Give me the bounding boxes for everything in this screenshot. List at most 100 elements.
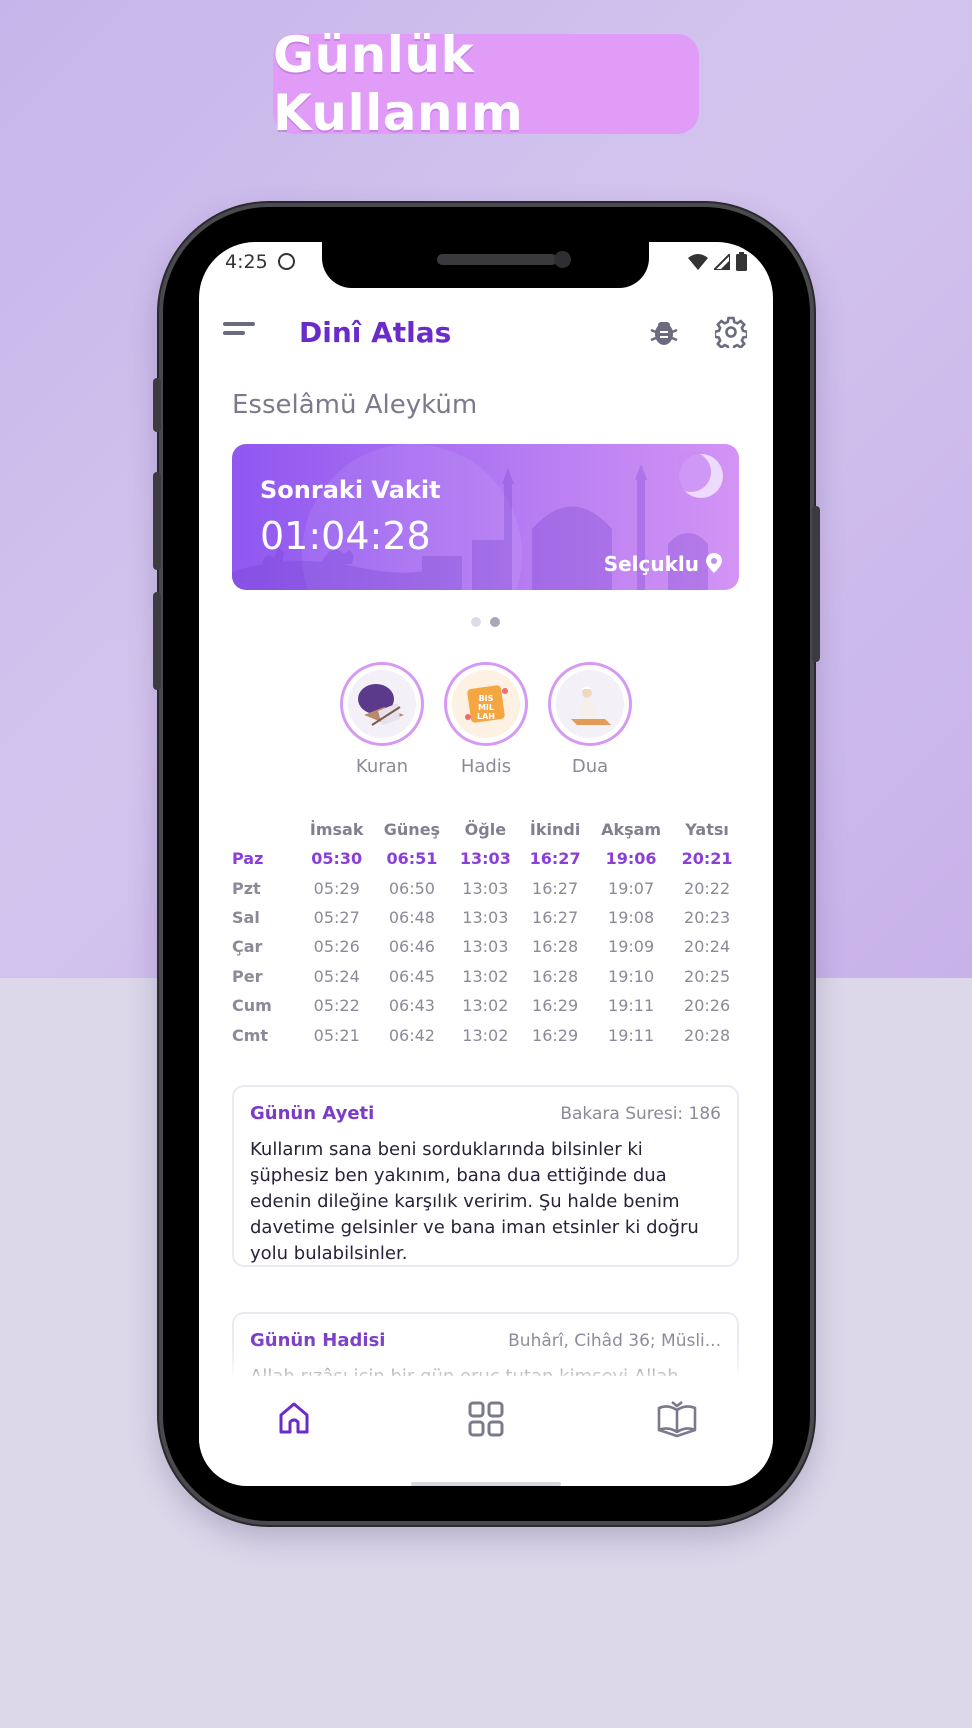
table-cell-time: 16:27 — [532, 907, 579, 927]
table-row: Pzt 05:29 06:50 13:03 16:27 19:07 20:22 — [232, 873, 742, 902]
table-cell-time: 19:11 — [608, 996, 655, 1016]
next-prayer-card[interactable]: Sonraki Vakit 01:04:28 Selçuklu — [232, 444, 739, 590]
table-cell-time: 19:08 — [608, 907, 655, 927]
table-cell-time: 20:22 — [684, 878, 731, 898]
table-cell-time: 06:51 — [386, 849, 438, 869]
verse-title: Günün Ayeti — [250, 1103, 375, 1124]
table-cell-time: 19:10 — [608, 966, 655, 986]
location-pin-icon[interactable] — [706, 553, 722, 573]
table-header: İkindi — [529, 819, 581, 839]
table-cell-time: 06:50 — [388, 878, 435, 898]
table-cell-time: 13:03 — [459, 849, 511, 869]
svg-text:MIL: MIL — [478, 703, 494, 712]
home-indicator — [411, 1482, 561, 1486]
grid-icon[interactable] — [467, 1400, 505, 1438]
table-cell-time: 05:30 — [311, 849, 363, 869]
table-cell-time: 16:29 — [532, 996, 579, 1016]
table-cell-time: 16:27 — [532, 878, 579, 898]
book-icon[interactable] — [656, 1400, 698, 1438]
table-cell-time: 20:24 — [684, 937, 731, 957]
svg-text:LAH: LAH — [477, 712, 495, 721]
table-cell-time: 06:48 — [388, 907, 435, 927]
table-cell-time: 16:28 — [532, 966, 579, 986]
app-screen: 4:25 Dinî Atlas Esselâmü Aleyküm Sonraki… — [199, 242, 773, 1486]
bug-icon[interactable] — [649, 316, 679, 348]
table-header: Güneş — [383, 819, 441, 839]
verse-text: Kullarım sana beni sorduklarında bilsinl… — [250, 1139, 699, 1264]
bottom-navigation — [199, 1376, 773, 1468]
table-cell-day: Sal — [232, 907, 260, 927]
table-cell-day: Cum — [232, 996, 272, 1016]
table-cell-time: 13:03 — [462, 937, 509, 957]
quran-icon — [358, 684, 404, 726]
location-label[interactable]: Selçuklu — [604, 552, 699, 576]
table-cell-time: 06:43 — [388, 996, 435, 1016]
table-row: Cmt 05:21 06:42 13:02 16:29 19:11 20:28 — [232, 1020, 742, 1049]
camera-notch — [322, 242, 649, 288]
pager-indicator — [471, 617, 500, 627]
front-camera — [554, 251, 571, 268]
settings-gear-icon[interactable] — [715, 316, 747, 348]
verse-reference: Bakara Suresi: 186 — [560, 1104, 721, 1124]
shortcut-hadis[interactable]: BIS MIL LAH Hadis — [444, 662, 528, 777]
table-row: Çar 05:26 06:46 13:03 16:28 19:09 20:24 — [232, 932, 742, 961]
table-cell-time: 06:45 — [388, 966, 435, 986]
table-cell-time: 20:23 — [684, 907, 731, 927]
greeting-text: Esselâmü Aleyküm — [232, 390, 478, 420]
pager-dot-active[interactable] — [490, 617, 500, 627]
table-cell-time: 20:25 — [684, 966, 731, 986]
app-title: Dinî Atlas — [299, 316, 452, 349]
verse-of-day-card[interactable]: Günün Ayeti Bakara Suresi: 186 Kullarım … — [232, 1085, 739, 1267]
table-cell-time: 06:42 — [388, 1025, 435, 1045]
table-cell-time: 13:02 — [462, 1025, 509, 1045]
table-cell-day: Cmt — [232, 1025, 269, 1045]
table-header: İmsak — [309, 819, 364, 839]
table-cell-time: 20:26 — [684, 996, 731, 1016]
table-cell-time: 19:07 — [608, 878, 655, 898]
table-header-row: İmsak Güneş Öğle İkindi Akşam Yatsı — [232, 814, 742, 844]
table-cell-time: 20:28 — [684, 1025, 731, 1045]
table-row: Cum 05:22 06:43 13:02 16:29 19:11 20:26 — [232, 991, 742, 1020]
phone-volume-up — [153, 472, 161, 570]
table-cell-time: 20:21 — [681, 849, 733, 869]
prayer-times-body: Paz 05:30 06:51 13:03 16:27 19:06 20:21 Pzt 05:2… — [232, 844, 742, 1050]
table-cell-time: 16:28 — [532, 937, 579, 957]
hadith-reference: Buhârî, Cihâd 36; Müsli... — [508, 1331, 721, 1351]
table-row: Per 05:24 06:45 13:02 16:28 19:10 20:25 — [232, 962, 742, 991]
wifi-icon — [688, 253, 708, 270]
pager-dot[interactable] — [471, 617, 481, 627]
table-cell-time: 13:03 — [462, 878, 509, 898]
table-cell-day: Pzt — [232, 878, 261, 898]
table-cell-time: 13:03 — [462, 907, 509, 927]
table-cell-time: 19:09 — [608, 937, 655, 957]
shortcut-label: Kuran — [355, 756, 409, 777]
table-cell-time: 16:29 — [532, 1025, 579, 1045]
table-cell-time: 05:26 — [313, 937, 360, 957]
shortcut-dua[interactable]: Dua — [548, 662, 632, 777]
shortcut-kuran[interactable]: Kuran — [340, 662, 424, 777]
battery-icon — [736, 252, 747, 271]
status-icons — [688, 252, 747, 271]
app-bar: Dinî Atlas — [199, 304, 773, 364]
bismillah-icon: BIS MIL LAH — [465, 685, 508, 723]
table-cell-time: 05:21 — [313, 1025, 360, 1045]
table-cell-time: 13:02 — [462, 966, 509, 986]
phone-power-button — [812, 506, 820, 662]
table-header: Öğle — [464, 819, 507, 839]
menu-icon[interactable] — [223, 322, 255, 344]
table-cell-time: 19:11 — [608, 1025, 655, 1045]
signal-icon — [714, 253, 730, 270]
table-cell-time: 05:24 — [313, 966, 360, 986]
dua-icon — [571, 686, 611, 725]
table-cell-time: 16:27 — [529, 849, 581, 869]
table-cell-day: Paz — [232, 849, 264, 869]
table-row: Paz 05:30 06:51 13:03 16:27 19:06 20:21 — [232, 844, 742, 873]
table-header: Yatsı — [685, 819, 729, 839]
promo-banner: Günlük Kullanım — [273, 26, 699, 142]
table-header: Akşam — [601, 819, 662, 839]
shortcut-label: Dua — [571, 756, 609, 777]
table-header-day — [232, 814, 300, 844]
next-prayer-title: Sonraki Vakit — [260, 476, 441, 504]
home-icon[interactable] — [276, 1400, 312, 1436]
next-prayer-countdown: 01:04:28 — [260, 514, 431, 558]
